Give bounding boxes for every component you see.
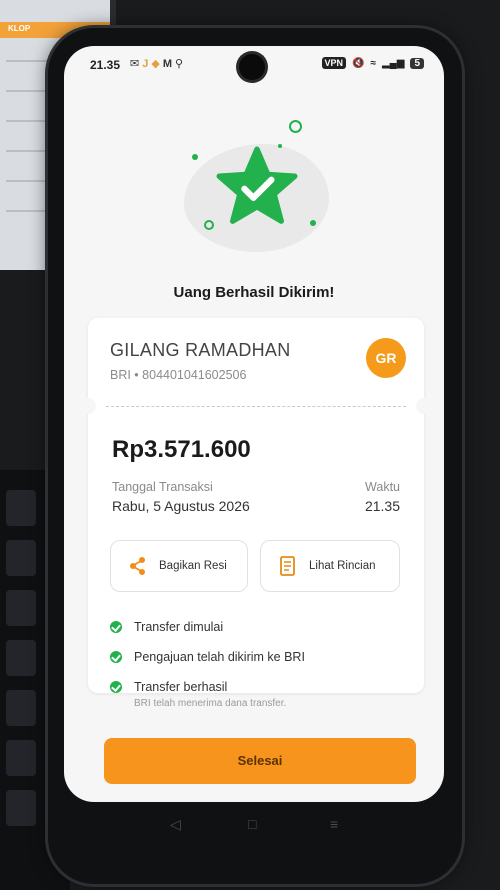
key xyxy=(6,690,36,726)
dashed-divider xyxy=(106,406,406,407)
key xyxy=(6,540,36,576)
key xyxy=(6,590,36,626)
status-step: Pengajuan telah dikirim ke BRI xyxy=(110,650,305,664)
recipient-name: GILANG RAMADHAN xyxy=(110,340,291,360)
decor-ring xyxy=(204,220,214,230)
avatar: GR xyxy=(366,338,406,378)
step-text: Transfer berhasil xyxy=(134,680,228,694)
notification-icons: ✉J◆M⚲ xyxy=(130,58,187,70)
recents-nav-icon[interactable]: ≡ xyxy=(330,816,338,832)
status-right-icons: VPN 🔇 ≈ ▂▄▆ 5 xyxy=(321,57,424,69)
wifi-icon: ≈ xyxy=(370,57,376,69)
view-details-button[interactable]: Lihat Rincian xyxy=(260,540,400,592)
key xyxy=(6,790,36,826)
decor-dot xyxy=(192,154,198,160)
success-illustration xyxy=(174,120,334,256)
key xyxy=(6,490,36,526)
finish-button[interactable]: Selesai xyxy=(104,738,416,784)
card-notch-left xyxy=(80,398,96,414)
star-check-icon xyxy=(216,146,298,224)
status-bar: 21.35 ✉J◆M⚲ VPN 🔇 ≈ ▂▄▆ 5 xyxy=(64,46,444,82)
receipt-icon xyxy=(277,555,299,577)
decor-dot xyxy=(278,144,282,148)
card-notch-right xyxy=(416,398,432,414)
share-receipt-label: Bagikan Resi xyxy=(159,560,227,572)
status-time: 21.35 xyxy=(90,58,121,72)
status-step: Transfer berhasil BRI telah menerima dan… xyxy=(110,680,286,709)
system-nav-bar: ◁ □ ≡ xyxy=(64,806,444,844)
status-step: Transfer dimulai xyxy=(110,620,223,634)
step-text: Transfer dimulai xyxy=(134,620,224,634)
key xyxy=(6,640,36,676)
battery-icon: 5 xyxy=(410,57,424,69)
vpn-badge: VPN xyxy=(321,57,347,69)
decor-ring xyxy=(289,120,302,133)
app-screen: 21.35 ✉J◆M⚲ VPN 🔇 ≈ ▂▄▆ 5 Uang Berhasil … xyxy=(64,46,444,802)
decor-dot xyxy=(310,220,316,226)
monitor-tab-label: KLOP xyxy=(8,24,31,33)
check-icon xyxy=(110,651,122,663)
signal-icon: ▂▄▆ xyxy=(381,57,405,69)
date-value: Rabu, 5 Agustus 2026 xyxy=(112,498,250,514)
time-label: Waktu xyxy=(365,480,400,494)
key xyxy=(6,740,36,776)
mute-icon: 🔇 xyxy=(352,57,365,69)
front-camera xyxy=(239,54,265,80)
recipient-account: BRI • 804401041602506 xyxy=(110,368,247,382)
time-value: 21.35 xyxy=(364,498,400,514)
step-text: Pengajuan telah dikirim ke BRI xyxy=(134,650,305,664)
check-icon xyxy=(110,621,122,633)
date-label: Tanggal Transaksi xyxy=(112,480,213,494)
transfer-amount: Rp3.571.600 xyxy=(112,436,251,463)
view-details-label: Lihat Rincian xyxy=(309,560,376,572)
share-receipt-button[interactable]: Bagikan Resi xyxy=(110,540,248,592)
success-title: Uang Berhasil Dikirim! xyxy=(173,284,335,301)
step-subtext: BRI telah menerima dana transfer. xyxy=(134,698,287,709)
home-nav-icon[interactable]: □ xyxy=(248,816,256,832)
share-icon xyxy=(127,555,149,577)
check-icon xyxy=(110,681,122,693)
back-nav-icon[interactable]: ◁ xyxy=(170,816,181,833)
transaction-card: GILANG RAMADHAN BRI • 804401041602506 GR… xyxy=(80,318,432,709)
